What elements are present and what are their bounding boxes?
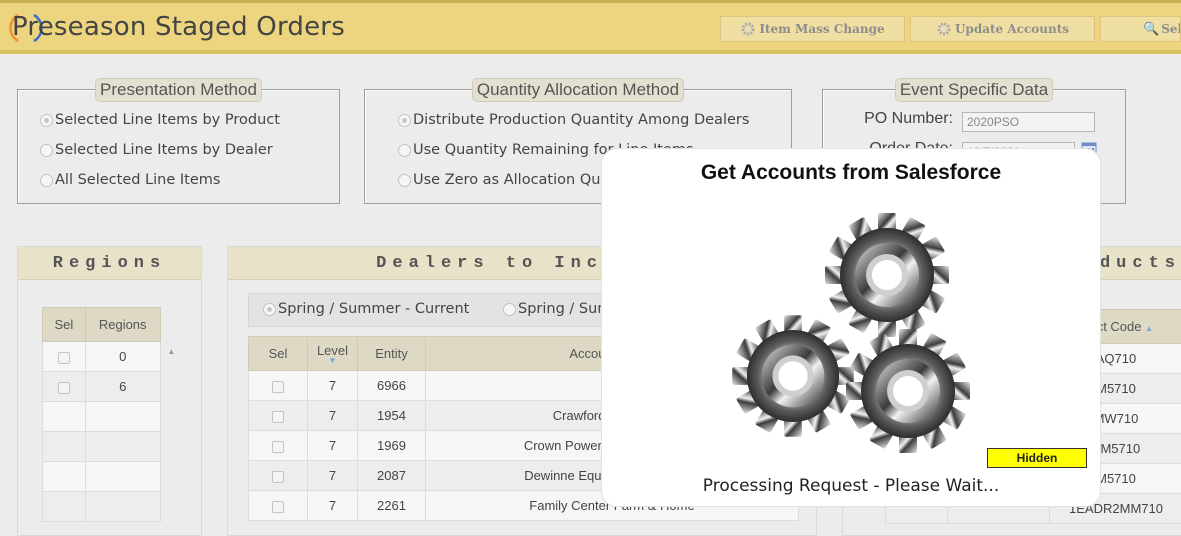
app-header: Preseason Staged Orders Item Mass Change… [0,0,1181,54]
presentation-option-all[interactable]: All Selected Line Items [40,172,220,188]
gears-loading-icon [730,211,975,456]
entity-cell: 2261 [358,491,426,521]
search-icon: 🔍 [1143,22,1159,37]
dialog-title: Get Accounts from Salesforce [602,161,1100,185]
row-checkbox[interactable] [58,352,70,364]
update-accounts-button[interactable]: Update Accounts [910,16,1095,42]
item-mass-change-button[interactable]: Item Mass Change [720,16,905,42]
entity-cell: 1969 [358,431,426,461]
radio-button[interactable] [40,114,53,127]
entity-cell: 6966 [358,371,426,401]
column-header-entity[interactable]: Entity [358,337,426,371]
sort-down-icon[interactable]: ▼ [308,358,357,364]
radio-button[interactable] [40,144,53,157]
update-accounts-label: Update Accounts [955,22,1069,36]
sort-up-icon[interactable]: ▲ [1145,324,1153,333]
column-header-level[interactable]: Level ▼ [308,337,358,371]
quantity-allocation-legend: Quantity Allocation Method [472,78,684,102]
page-title: Preseason Staged Orders [12,12,345,42]
level-cell: 7 [308,461,358,491]
select-button[interactable]: 🔍 Sel [1100,16,1181,42]
entity-cell: 1954 [358,401,426,431]
hidden-badge: Hidden [987,448,1087,468]
row-checkbox[interactable] [272,501,284,513]
scrollbar[interactable]: ▲ [160,342,182,522]
radio-button[interactable] [263,303,276,316]
select-button-label: Sel [1161,22,1181,36]
radio-label: Selected Line Items by Dealer [55,142,273,158]
level-cell: 7 [308,371,358,401]
presentation-method-legend: Presentation Method [95,78,262,102]
regions-heading: Regions [18,247,201,280]
season-option-current[interactable]: Spring / Summer - Current [263,301,469,317]
row-checkbox[interactable] [272,441,284,453]
processing-status: Processing Request - Please Wait... [602,476,1100,496]
presentation-option-by-product[interactable]: Selected Line Items by Product [40,112,280,128]
row-checkbox[interactable] [58,382,70,394]
radio-label: Distribute Production Quantity Among Dea… [413,112,749,128]
level-cell: 7 [308,491,358,521]
level-cell: 7 [308,401,358,431]
table-row[interactable]: 0 ▲ [43,342,183,372]
radio-button[interactable] [40,174,53,187]
region-cell: 0 [85,342,160,372]
region-cell: 6 [85,372,160,402]
presentation-method-group: Presentation Method Selected Line Items … [17,89,340,204]
radio-label: Spring / Summer - Current [278,301,469,317]
radio-button[interactable] [398,114,411,127]
scroll-up-icon[interactable]: ▲ [167,347,175,356]
gear-icon [740,21,756,37]
level-cell: 7 [308,431,358,461]
item-mass-change-label: Item Mass Change [759,22,884,36]
regions-table: Sel Regions 0 ▲ 6 [42,307,182,522]
row-checkbox[interactable] [272,411,284,423]
gear-icon [936,21,952,37]
column-header-sel[interactable]: Sel [43,308,86,342]
column-header-regions[interactable]: Regions [85,308,160,342]
po-number-input[interactable] [962,112,1095,132]
po-number-label: PO Number: [833,110,953,128]
column-header-sel[interactable]: Sel [249,337,308,371]
radio-label: Selected Line Items by Product [55,112,280,128]
entity-cell: 2087 [358,461,426,491]
row-checkbox[interactable] [272,381,284,393]
radio-button[interactable] [398,174,411,187]
row-checkbox[interactable] [272,471,284,483]
regions-panel: Regions Sel Regions 0 ▲ 6 [17,246,202,536]
processing-dialog: Get Accounts from Salesforce [601,148,1101,507]
presentation-option-by-dealer[interactable]: Selected Line Items by Dealer [40,142,273,158]
radio-button[interactable] [503,303,516,316]
event-data-legend: Event Specific Data [895,78,1053,102]
radio-button[interactable] [398,144,411,157]
radio-label: All Selected Line Items [55,172,220,188]
allocation-option-distribute[interactable]: Distribute Production Quantity Among Dea… [398,112,749,128]
